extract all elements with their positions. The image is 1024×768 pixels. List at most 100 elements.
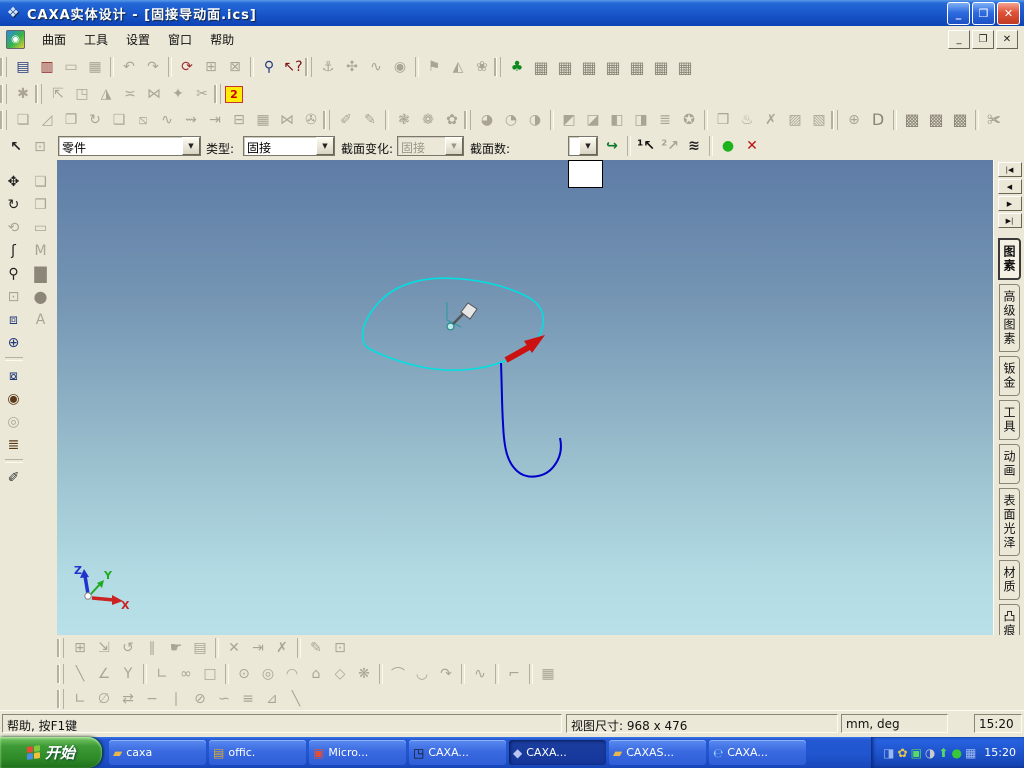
solid-circle-swatch: ● (33, 287, 48, 306)
curve-tool-button: ∿ (370, 59, 382, 75)
arc-3-button: ↷ (440, 666, 452, 682)
tray-icon-3[interactable]: ▣ (911, 746, 922, 760)
chevron-down-icon[interactable]: ▼ (579, 137, 597, 155)
sweep-direction-button[interactable]: ≋ (682, 135, 706, 157)
chevron-down-icon[interactable]: ▼ (316, 137, 334, 155)
tab-elements[interactable]: 图素 (998, 238, 1021, 280)
tab-surface-finish[interactable]: 表面光泽 (999, 488, 1020, 556)
film-cameras-button[interactable]: ≣ (2, 433, 26, 456)
new-document-button[interactable]: ▤ (11, 56, 35, 78)
zoom-all-button[interactable]: ⊕ (2, 331, 26, 354)
minimize-button[interactable]: _ (947, 1, 970, 25)
tab-tools[interactable]: 工具 (999, 400, 1020, 440)
context-help-button[interactable]: ↖? (281, 56, 305, 78)
finish-exit-button[interactable]: ↪ (600, 135, 624, 157)
cube-icon: ◆ (513, 745, 523, 760)
scene-svg[interactable]: Z Y X (57, 160, 993, 635)
tab-animation[interactable]: 动画 (999, 444, 1020, 484)
fly-path-button[interactable]: ʃ (2, 239, 26, 262)
open-template-button[interactable]: ▥ (35, 56, 59, 78)
chain-button: ∽ (218, 690, 230, 707)
add-point-button: ⊕ (848, 111, 860, 128)
separator (495, 664, 499, 684)
design-tree-button[interactable]: ♣ (505, 56, 529, 78)
task-label: offic. (228, 746, 256, 759)
mdi-close-button[interactable]: ✕ (996, 29, 1018, 49)
taskbar-item-caxa-browser[interactable]: ℮ CAXA... (709, 740, 806, 765)
wave-panel-button: M (34, 242, 47, 259)
clip-tool-button: ❒ (716, 111, 730, 128)
state-2-badge[interactable]: 2 (225, 85, 243, 103)
find-button[interactable]: ⚲ (257, 56, 281, 78)
menu-item[interactable]: 设置 (117, 30, 159, 50)
sweep-surface-button: ⇝ (185, 111, 197, 128)
type-combo[interactable]: 固接 ▼ (243, 136, 335, 156)
restore-button[interactable]: ❐ (972, 1, 995, 25)
tab-material[interactable]: 材质 (999, 560, 1020, 600)
tab-sheet-metal[interactable]: 钣金 (999, 356, 1020, 396)
viewport-3d[interactable]: Z Y X (57, 160, 993, 635)
taskbar-item-office[interactable]: ▤ offic. (209, 740, 306, 765)
cancel-button[interactable]: ✕ (740, 135, 764, 157)
shade-tool-2-button: ◔ (504, 111, 518, 128)
extend-surface-button: ⇥ (209, 111, 221, 128)
tab-scroll-last-button[interactable]: ▶| (997, 213, 1022, 228)
confirm-button[interactable]: ● (716, 135, 740, 157)
taskbar-item-microsoft[interactable]: ▣ Micro... (309, 740, 406, 765)
pentagon-button: ⌂ (311, 666, 321, 682)
separator (143, 664, 147, 684)
section-count-combo[interactable]: ▼ (568, 136, 598, 156)
tray-icon-6[interactable]: ● (951, 746, 961, 760)
mdi-restore-button[interactable]: ❐ (972, 29, 994, 49)
guide-curve[interactable] (500, 362, 562, 478)
pointer-tool-button[interactable]: ↖ (4, 136, 28, 158)
taskbar-item-caxa-1[interactable]: ◳ CAXA... (409, 740, 506, 765)
start-button[interactable]: 开始 (0, 737, 102, 768)
zoom-box-button[interactable]: ⧈ (2, 308, 26, 331)
menu-item[interactable]: 曲面 (33, 30, 75, 50)
mdi-minimize-button[interactable]: _ (948, 29, 970, 49)
tray-icon-7[interactable]: ▦ (965, 746, 976, 760)
frame-panel-button: ▭ (33, 219, 48, 236)
menu-item[interactable]: 工具 (75, 30, 117, 50)
tab-scroll-prev-button[interactable]: ◀ (997, 179, 1022, 194)
camera-button[interactable]: ◉ (2, 387, 26, 410)
line-button: ╲ (75, 666, 85, 682)
surface-tool-5-button: ❑ (112, 111, 126, 128)
section-count-dropdown-list[interactable] (568, 160, 603, 188)
zoom-button[interactable]: ⚲ (2, 262, 26, 285)
part-combo[interactable]: 零件 ▼ (58, 136, 201, 156)
tray-icon-4[interactable]: ◑ (925, 746, 935, 760)
toolbar-grip (2, 57, 7, 77)
pan-view-button[interactable]: ✥ (2, 170, 26, 193)
tab-advanced-elements[interactable]: 高级图素 (999, 284, 1020, 352)
pushpin-anchor-icon[interactable] (446, 302, 478, 331)
tray-icon-5[interactable]: ⬆ (938, 746, 948, 760)
app-window-icon: ◳ (413, 745, 425, 760)
lock-button: ⊠ (229, 59, 241, 75)
chevron-down-icon[interactable]: ▼ (182, 137, 200, 155)
rotate-view-button[interactable]: ↻ (2, 193, 26, 216)
taskbar-item-caxa-active[interactable]: ◆ CAXA... (509, 740, 606, 765)
render-brush-button[interactable]: ✐ (2, 466, 26, 489)
separator (250, 57, 254, 77)
delete-button: ✕ (228, 640, 240, 656)
menu-item[interactable]: 窗口 (159, 30, 201, 50)
tab-scroll-next-button[interactable]: ▶ (997, 196, 1022, 211)
direction-arrow[interactable] (504, 335, 545, 363)
taskbar-item-caxa-folder[interactable]: ▰ caxa (109, 740, 206, 765)
prev-section-button[interactable]: ¹↖ (634, 135, 658, 157)
browser-icon: ℮ (713, 745, 724, 760)
taskbar-item-caxas-folder[interactable]: ▰ CAXAS... (609, 740, 706, 765)
close-button[interactable]: ✕ (997, 1, 1020, 25)
window-title: CAXA实体设计 - [固接导动面.ics] (27, 7, 257, 23)
coordinate-triad: Z Y X (74, 564, 130, 612)
toolbar-sketch-draw: ╲ ∠ Y ∟ ∞ □ ⊙ ◎ ◠ ⌂ ◇ ❋ ⌒ ◡ ↷ ∿ ⌐ ▦ (0, 661, 1024, 687)
tray-icon-1[interactable]: ◨ (883, 746, 894, 760)
display-mode-button[interactable]: ⧇ (2, 364, 26, 387)
tray-icon-2[interactable]: ✿ (898, 746, 908, 760)
section-count-label: 截面数: (470, 142, 511, 156)
regenerate-button[interactable]: ⟳ (175, 56, 199, 78)
menu-item[interactable]: 帮助 (201, 30, 243, 50)
tab-scroll-first-button[interactable]: |◀ (997, 162, 1022, 177)
